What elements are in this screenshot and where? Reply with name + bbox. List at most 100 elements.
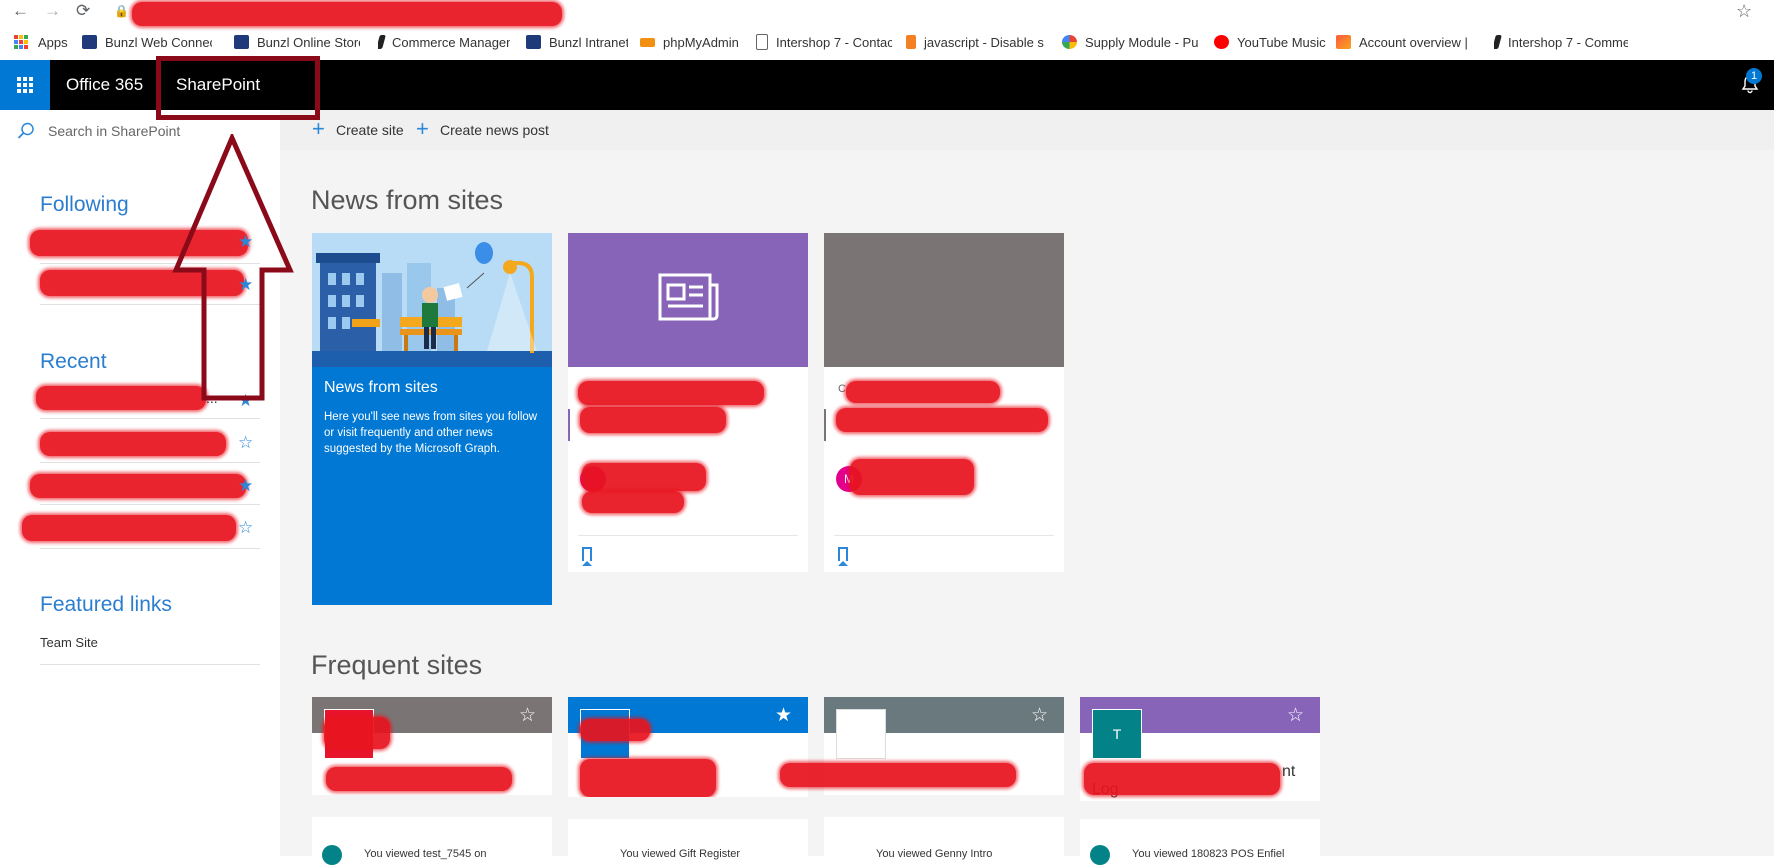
redacted-news-site [578, 381, 764, 405]
news-site-fragment: C [838, 383, 846, 395]
news-intro-card[interactable]: News from sites Here you'll see news fro… [312, 233, 552, 605]
bookmark-item[interactable]: Intershop 7 - Contact [756, 32, 892, 52]
back-icon[interactable]: ← [12, 0, 29, 22]
create-site-button[interactable]: Create site [336, 122, 404, 138]
follow-star-icon[interactable]: ☆ [1287, 704, 1304, 727]
bookmark-label: YouTube Music [1237, 34, 1326, 50]
bookmark-item[interactable]: Bunzl Online Store [234, 32, 360, 52]
bookmark-star-icon[interactable]: ☆ [1736, 0, 1752, 22]
bookmark-label: Apps [38, 34, 68, 50]
frequent-sites-title: Frequent sites [311, 650, 483, 680]
accent-bar [568, 409, 570, 441]
activity-icon [322, 845, 342, 865]
office365-link[interactable]: Office 365 [66, 60, 143, 110]
frequent-site-card[interactable]: ★ You viewed Gift Register [568, 697, 808, 860]
redacted-news-title [836, 408, 1048, 432]
frequent-site-card[interactable]: ☆ You viewed test_7545 on [312, 697, 552, 865]
follow-star-icon[interactable]: ☆ [519, 704, 536, 727]
bunzl-icon [526, 35, 541, 49]
followed-star-icon[interactable]: ★ [775, 704, 792, 727]
bookmark-item[interactable]: Commerce Managem [378, 32, 510, 52]
redacted-url[interactable] [132, 2, 562, 26]
intershop-icon [378, 35, 386, 49]
save-for-later-icon[interactable] [838, 547, 848, 566]
divider [40, 664, 260, 665]
card-gap [1080, 801, 1320, 819]
bookmark-item[interactable]: Supply Module - Pur [1062, 32, 1198, 52]
plus-icon: + [416, 116, 429, 141]
bookmark-item[interactable]: Bunzl Intranet [526, 32, 628, 52]
unfollowed-star-icon[interactable]: ☆ [238, 433, 253, 453]
bookmark-label: Account overview | Z [1359, 34, 1472, 50]
browser-toolbar: ← → ⟳ 🔒 ☆ Apps Bunzl Web Connect L Bunzl… [0, 0, 1774, 61]
annotation-arrow-icon [172, 134, 294, 401]
featured-link-team-site[interactable]: Team Site [40, 635, 98, 650]
redacted-site-logo [324, 717, 390, 749]
search-icon [16, 121, 36, 141]
redacted-recent-site[interactable] [22, 515, 236, 541]
bookmark-item[interactable]: Bunzl Web Connect L [82, 32, 212, 52]
bookmark-label: Commerce Managem [392, 34, 510, 50]
forward-icon[interactable]: → [44, 0, 61, 22]
redacted-news-site [846, 381, 1000, 403]
divider [40, 462, 260, 463]
news-card[interactable]: C M [824, 233, 1064, 572]
recent-heading: Recent [40, 350, 107, 373]
annotation-highlight-box [156, 56, 320, 120]
app-launcher-icon[interactable] [0, 60, 50, 110]
featured-links-heading: Featured links [40, 593, 172, 616]
site-activity: You viewed test_7545 on [364, 848, 487, 860]
unfollowed-star-icon[interactable]: ☆ [238, 518, 253, 538]
redacted-site-logo [580, 719, 650, 741]
bookmark-label: Supply Module - Pur [1085, 34, 1198, 50]
news-card[interactable] [568, 233, 808, 572]
news-card-thumbnail [568, 233, 808, 367]
bookmark-item[interactable]: Account overview | Z [1336, 32, 1472, 52]
news-section-title: News from sites [311, 185, 504, 215]
site-activity: You viewed 180823 POS Enfiel [1132, 848, 1285, 860]
account-icon [1336, 35, 1351, 49]
phpmyadmin-icon [640, 37, 655, 47]
create-news-post-button[interactable]: Create news post [440, 122, 549, 138]
bookmark-label: javascript - Disable s [924, 34, 1044, 50]
bookmark-item[interactable]: phpMyAdmin [640, 32, 744, 52]
divider [834, 535, 1054, 536]
redacted-site-name [1084, 763, 1280, 795]
stackoverflow-icon [906, 35, 916, 49]
page-icon [756, 34, 768, 50]
news-intro-body: Here you'll see news from sites you foll… [324, 411, 538, 455]
notification-count-badge: 1 [1746, 68, 1762, 84]
redacted-news-title [580, 407, 726, 433]
bookmark-label: Intershop 7 - Contact [776, 34, 892, 50]
site-activity: You viewed Gift Register [620, 848, 741, 860]
divider [40, 418, 260, 419]
follow-star-icon[interactable]: ☆ [1031, 704, 1048, 727]
bookmark-item[interactable]: javascript - Disable s [906, 32, 1044, 52]
redacted-author [582, 463, 706, 491]
redacted-recent-site[interactable] [30, 474, 246, 498]
bookmark-item[interactable]: Intershop 7 - Comme [1494, 32, 1628, 52]
command-bar: + Create site + Create news post [280, 110, 1774, 150]
search-input[interactable]: Search in SharePoint [48, 123, 180, 139]
supply-module-icon [1062, 35, 1077, 49]
frequent-site-card[interactable]: ☆ You viewed Genny Intro [780, 697, 1064, 860]
redacted-site-name [580, 759, 716, 797]
news-illustration [312, 233, 552, 367]
card-gap [312, 795, 552, 817]
bookmark-label: Bunzl Intranet [549, 34, 628, 50]
apps-grid-icon [14, 35, 28, 49]
following-heading: Following [40, 193, 129, 216]
redacted-recent-site[interactable] [40, 432, 226, 456]
save-for-later-icon[interactable] [582, 547, 592, 566]
bunzl-icon [234, 35, 249, 49]
youtube-music-icon [1214, 35, 1229, 49]
bookmark-item[interactable]: YouTube Music [1214, 32, 1326, 52]
frequent-site-card[interactable]: ☆ T nt Log You viewed 180823 POS Enfiel [1080, 697, 1320, 865]
news-intro-title: News from sites [324, 379, 438, 396]
reload-icon[interactable]: ⟳ [76, 0, 90, 22]
follow-star-icon[interactable]: ★ [238, 476, 253, 496]
redacted-site-name [326, 767, 512, 791]
activity-icon [1090, 845, 1110, 865]
bookmark-apps[interactable]: Apps [14, 32, 76, 52]
redacted-date [582, 491, 684, 513]
